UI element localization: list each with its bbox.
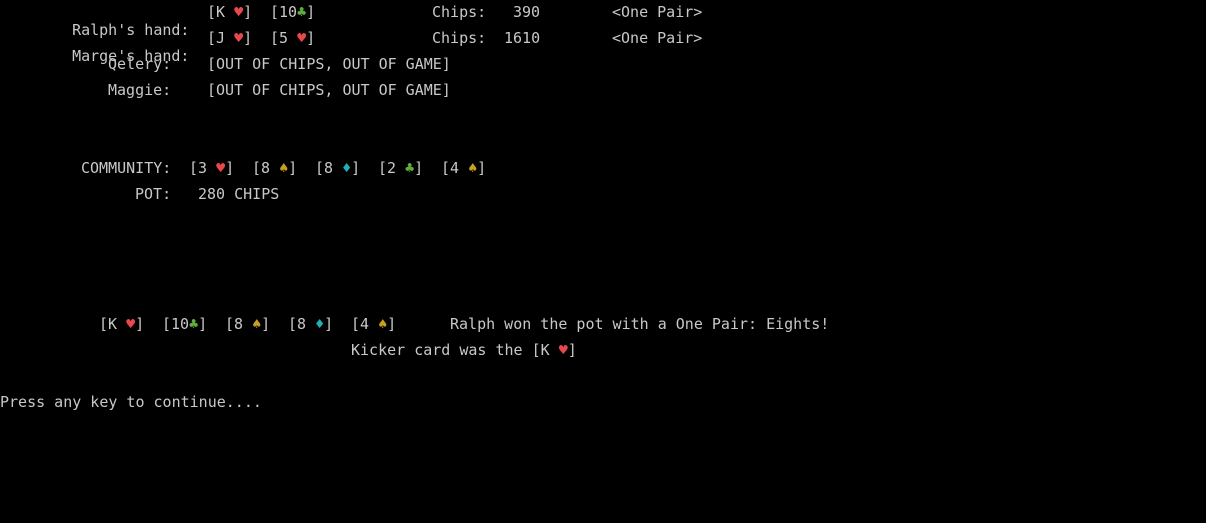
card-rank: K	[540, 341, 550, 359]
community-label: COMMUNITY:	[81, 159, 172, 177]
pot-label: POT:	[135, 185, 172, 203]
diamond-suit-icon: ♦	[315, 315, 325, 333]
ralph-card-2: [10♣]	[270, 3, 316, 21]
qelery-label: Qelery:	[108, 55, 172, 73]
card-rank: 2	[387, 159, 397, 177]
card-rank: 8	[324, 159, 334, 177]
card-rank: K	[216, 3, 226, 21]
club-suit-icon: ♣	[405, 159, 415, 177]
spade-suit-icon: ♠	[279, 159, 289, 177]
card-rank: K	[108, 315, 118, 333]
card-rank: 8	[261, 159, 271, 177]
card-rank: 10	[279, 3, 298, 21]
ralph-hand-rank: <One Pair>	[612, 3, 703, 21]
winning-card-2: [10♣]	[162, 315, 208, 333]
winner-message: Ralph won the pot with a One Pair: Eight…	[450, 315, 830, 333]
heart-suit-icon: ♥	[234, 3, 244, 21]
ralph-chips-label: Chips:	[432, 3, 487, 21]
card-rank: 8	[297, 315, 307, 333]
heart-suit-icon: ♥	[297, 29, 307, 47]
marge-hand-rank: <One Pair>	[612, 29, 703, 47]
maggie-status: [OUT OF CHIPS, OUT OF GAME]	[207, 81, 451, 99]
card-rank: 5	[279, 29, 289, 47]
community-card-1: [3 ♥]	[189, 159, 235, 177]
kicker-line: Kicker card was the [K ♥]	[351, 341, 577, 359]
community-card-5: [4 ♠]	[441, 159, 487, 177]
continue-prompt[interactable]: Press any key to continue....	[0, 393, 262, 411]
pot-value: 280 CHIPS	[198, 185, 280, 203]
spade-suit-icon: ♠	[378, 315, 388, 333]
club-suit-icon: ♣	[189, 315, 199, 333]
spade-suit-icon: ♠	[252, 315, 262, 333]
community-card-3: [8 ♦]	[315, 159, 361, 177]
marge-card-1: [J ♥]	[207, 29, 253, 47]
community-card-4: [2 ♣]	[378, 159, 424, 177]
player-row-ralph: Ralph's hand:	[54, 3, 189, 39]
card-rank: 8	[234, 315, 244, 333]
winning-card-3: [8 ♠]	[225, 315, 271, 333]
heart-suit-icon: ♥	[216, 159, 226, 177]
card-rank: 4	[360, 315, 370, 333]
maggie-label: Maggie:	[108, 81, 172, 99]
ralph-chips-value: 390	[513, 3, 541, 21]
player-row-marge: Marge's hand:	[54, 29, 189, 65]
card-rank: 4	[450, 159, 460, 177]
spade-suit-icon: ♠	[468, 159, 478, 177]
kicker-prefix: Kicker card was the	[351, 341, 532, 359]
card-rank: 3	[198, 159, 208, 177]
marge-chips-value: 1610	[504, 29, 541, 47]
heart-suit-icon: ♥	[558, 341, 568, 359]
card-rank: 10	[171, 315, 190, 333]
ralph-card-1: [K ♥]	[207, 3, 253, 21]
winning-card-4: [8 ♦]	[288, 315, 334, 333]
winning-card-1: [K ♥]	[99, 315, 145, 333]
community-card-2: [8 ♠]	[252, 159, 298, 177]
marge-chips-label: Chips:	[432, 29, 487, 47]
heart-suit-icon: ♥	[126, 315, 136, 333]
heart-suit-icon: ♥	[234, 29, 244, 47]
winning-card-5: [4 ♠]	[351, 315, 397, 333]
qelery-status: [OUT OF CHIPS, OUT OF GAME]	[207, 55, 451, 73]
card-rank: J	[216, 29, 226, 47]
marge-card-2: [5 ♥]	[270, 29, 316, 47]
diamond-suit-icon: ♦	[342, 159, 352, 177]
club-suit-icon: ♣	[297, 3, 307, 21]
